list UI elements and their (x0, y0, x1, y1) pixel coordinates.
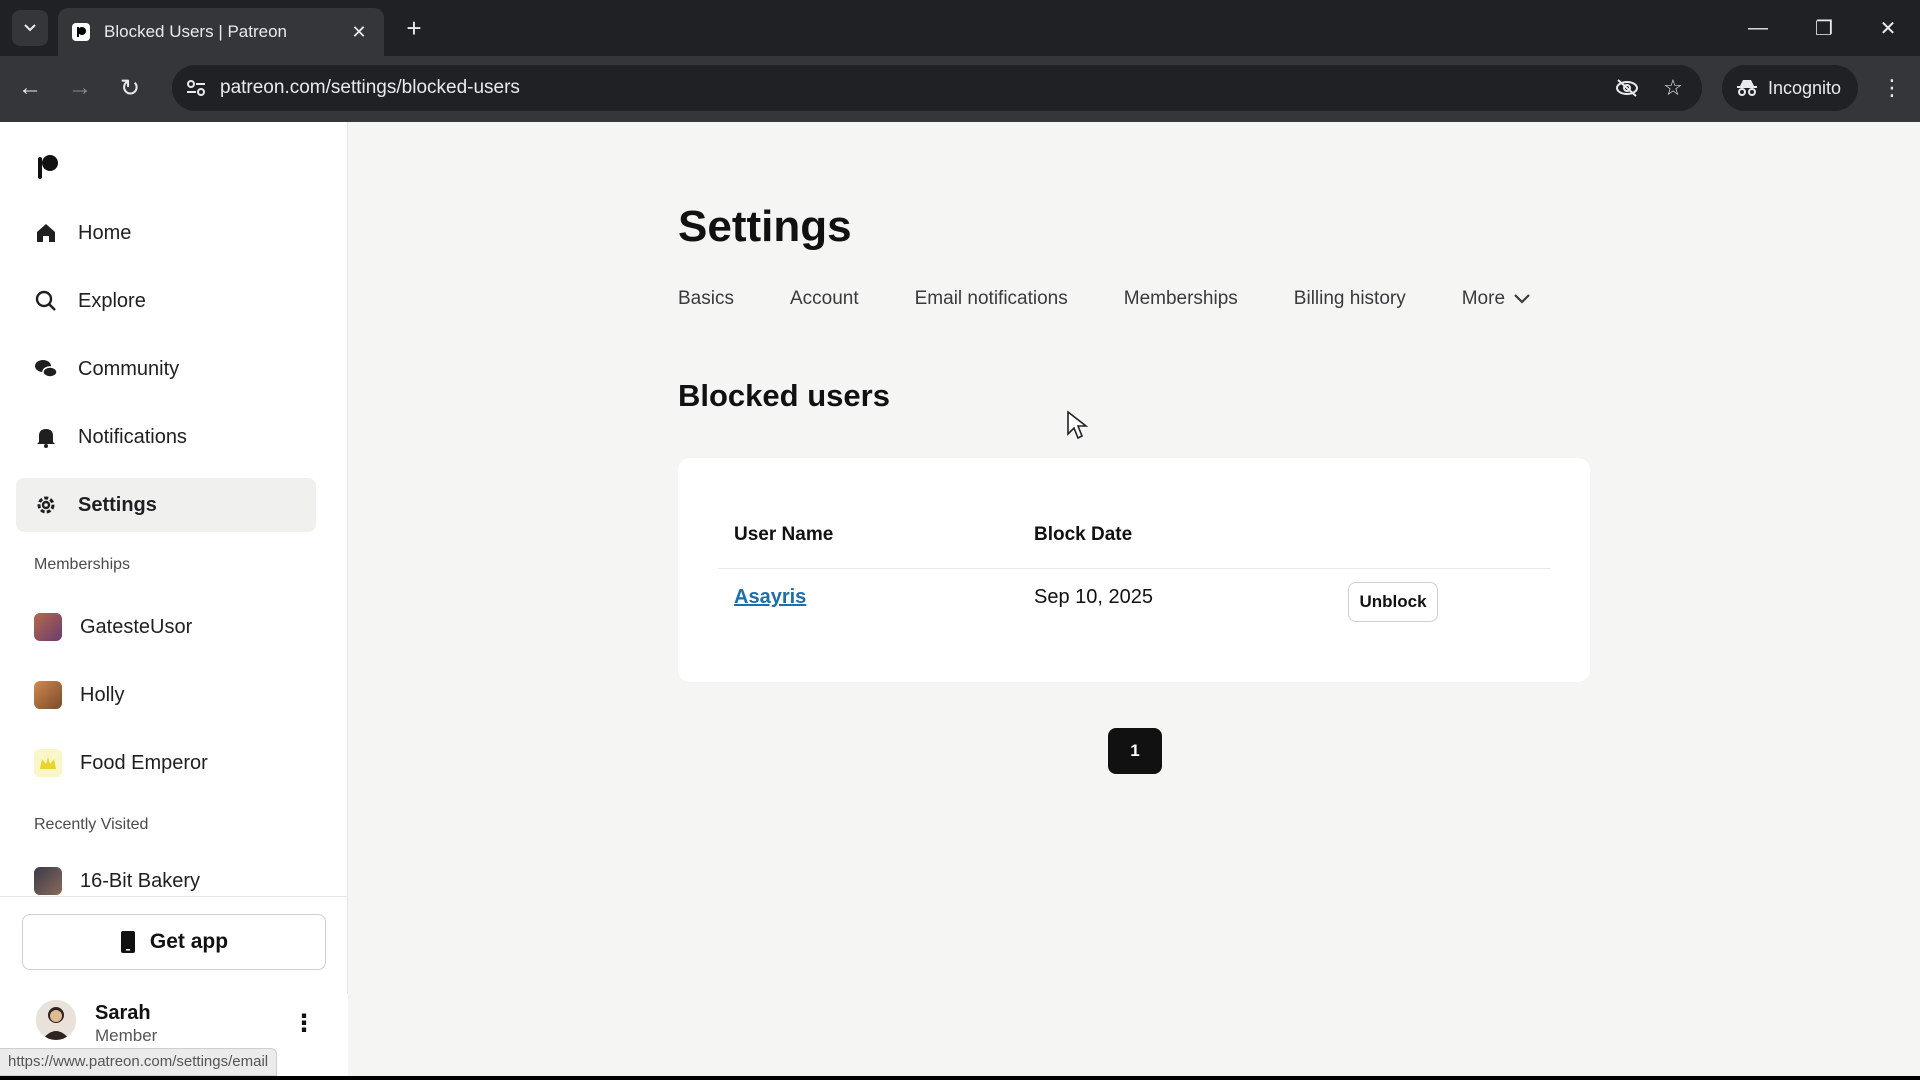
incognito-icon (1737, 80, 1757, 96)
close-window-button[interactable]: ✕ (1866, 10, 1910, 46)
new-tab-button[interactable]: + (398, 12, 430, 44)
patreon-page: Home Explore Community Notifications Set… (0, 122, 1920, 1076)
sidebar-item-home[interactable]: Home (16, 206, 316, 260)
sidebar-membership-item[interactable]: Holly (16, 668, 316, 722)
sidebar-divider (0, 896, 348, 897)
blocked-user-link[interactable]: Asayris (734, 586, 806, 609)
patreon-logo-icon[interactable] (36, 154, 60, 180)
get-app-button[interactable]: Get app (22, 914, 326, 970)
patreon-favicon-icon (72, 23, 90, 41)
sidebar-item-explore[interactable]: Explore (16, 274, 316, 328)
table-divider (718, 568, 1550, 569)
home-icon (34, 221, 58, 245)
sidebar-membership-item[interactable]: Food Emperor (16, 736, 316, 790)
sidebar-item-label: GatesteUsor (80, 615, 193, 638)
url-text: patreon.com/settings/blocked-users (220, 77, 520, 98)
incognito-indicator[interactable]: Incognito (1722, 65, 1858, 111)
blocked-users-table: User Name Block Date Asayris Sep 10, 202… (678, 458, 1590, 682)
site-info-icon[interactable] (180, 72, 212, 104)
phone-icon (120, 931, 135, 953)
tab-billing-history[interactable]: Billing history (1294, 288, 1406, 310)
tab-more[interactable]: More (1462, 288, 1531, 310)
tab-memberships[interactable]: Memberships (1124, 288, 1238, 310)
user-menu-icon[interactable]: ⋮ (292, 1008, 316, 1038)
incognito-label: Incognito (1768, 77, 1842, 98)
minimize-button[interactable]: — (1736, 10, 1780, 46)
close-tab-icon[interactable]: ✕ (348, 22, 370, 43)
page-title: Settings (678, 202, 852, 251)
address-bar[interactable]: patreon.com/settings/blocked-users ☆ (172, 65, 1702, 111)
recently-visited-section-label: Recently Visited (34, 816, 149, 833)
search-icon (34, 289, 58, 313)
sidebar-item-label: Settings (78, 493, 157, 516)
user-name: Sarah (95, 1002, 151, 1024)
forward-button[interactable]: → (62, 70, 98, 106)
get-app-label: Get app (149, 930, 229, 953)
sidebar-item-label: Holly (80, 683, 125, 706)
unblock-button[interactable]: Unblock (1348, 582, 1438, 622)
mouse-cursor-icon (1066, 410, 1089, 440)
sidebar-item-community[interactable]: Community (16, 342, 316, 396)
sidebar-item-settings[interactable]: Settings (16, 478, 316, 532)
sidebar-item-label: Community (78, 357, 180, 380)
browser-tab-bar: Blocked Users | Patreon ✕ + — ❐ ✕ (0, 0, 1920, 56)
browser-toolbar: ← → ↻ patreon.com/settings/blocked-users… (0, 56, 1920, 122)
memberships-section-label: Memberships (34, 556, 131, 573)
link-status-bar: https://www.patreon.com/settings/email (0, 1048, 278, 1076)
user-role: Member (95, 1026, 158, 1045)
pagination-page-button[interactable]: 1 (1108, 728, 1162, 774)
creator-avatar (34, 613, 62, 641)
tab-title: Blocked Users | Patreon (104, 22, 287, 41)
avatar[interactable] (36, 1000, 76, 1040)
block-date: Sep 10, 2025 (1034, 586, 1153, 608)
restore-button[interactable]: ❐ (1802, 10, 1846, 46)
sidebar-item-label: Food Emperor (80, 751, 208, 774)
tab-basics[interactable]: Basics (678, 288, 734, 310)
tab-more-label: More (1461, 288, 1506, 309)
column-header-block-date: Block Date (1034, 524, 1133, 545)
bookmark-star-icon[interactable]: ☆ (1658, 73, 1688, 103)
settings-tabs: Basics Account Email notifications Membe… (678, 284, 1531, 314)
bell-icon (34, 425, 58, 449)
back-button[interactable]: ← (12, 70, 48, 106)
browser-menu-icon[interactable]: ⋮ (1874, 70, 1910, 106)
sidebar-recent-item[interactable]: 16-Bit Bakery (16, 858, 316, 904)
creator-avatar (34, 867, 62, 895)
column-header-user-name: User Name (734, 524, 834, 545)
creator-avatar (34, 681, 62, 709)
gear-icon (34, 493, 58, 517)
reload-button[interactable]: ↻ (112, 70, 148, 106)
sidebar-item-label: Notifications (78, 425, 187, 448)
sidebar-item-notifications[interactable]: Notifications (16, 410, 316, 464)
browser-tab[interactable]: Blocked Users | Patreon ✕ (58, 8, 384, 56)
sidebar-membership-item[interactable]: GatesteUsor (16, 600, 316, 654)
creator-avatar (34, 749, 62, 777)
chevron-down-icon (1514, 294, 1530, 304)
sidebar-item-label: Explore (78, 289, 146, 312)
chat-icon (34, 357, 58, 381)
section-title: Blocked users (678, 378, 890, 413)
sidebar-item-label: 16-Bit Bakery (80, 869, 201, 892)
main-content: Settings Basics Account Email notificati… (348, 122, 1920, 1076)
chevron-down-icon (24, 24, 36, 32)
bottom-edge (0, 1076, 1920, 1080)
tab-account[interactable]: Account (790, 288, 859, 310)
sidebar-item-label: Home (78, 221, 132, 244)
tracking-protection-eye-off-icon[interactable] (1612, 73, 1642, 103)
tab-email-notifications[interactable]: Email notifications (915, 288, 1068, 310)
tab-search-button[interactable] (12, 10, 48, 46)
sidebar: Home Explore Community Notifications Set… (0, 122, 348, 1076)
